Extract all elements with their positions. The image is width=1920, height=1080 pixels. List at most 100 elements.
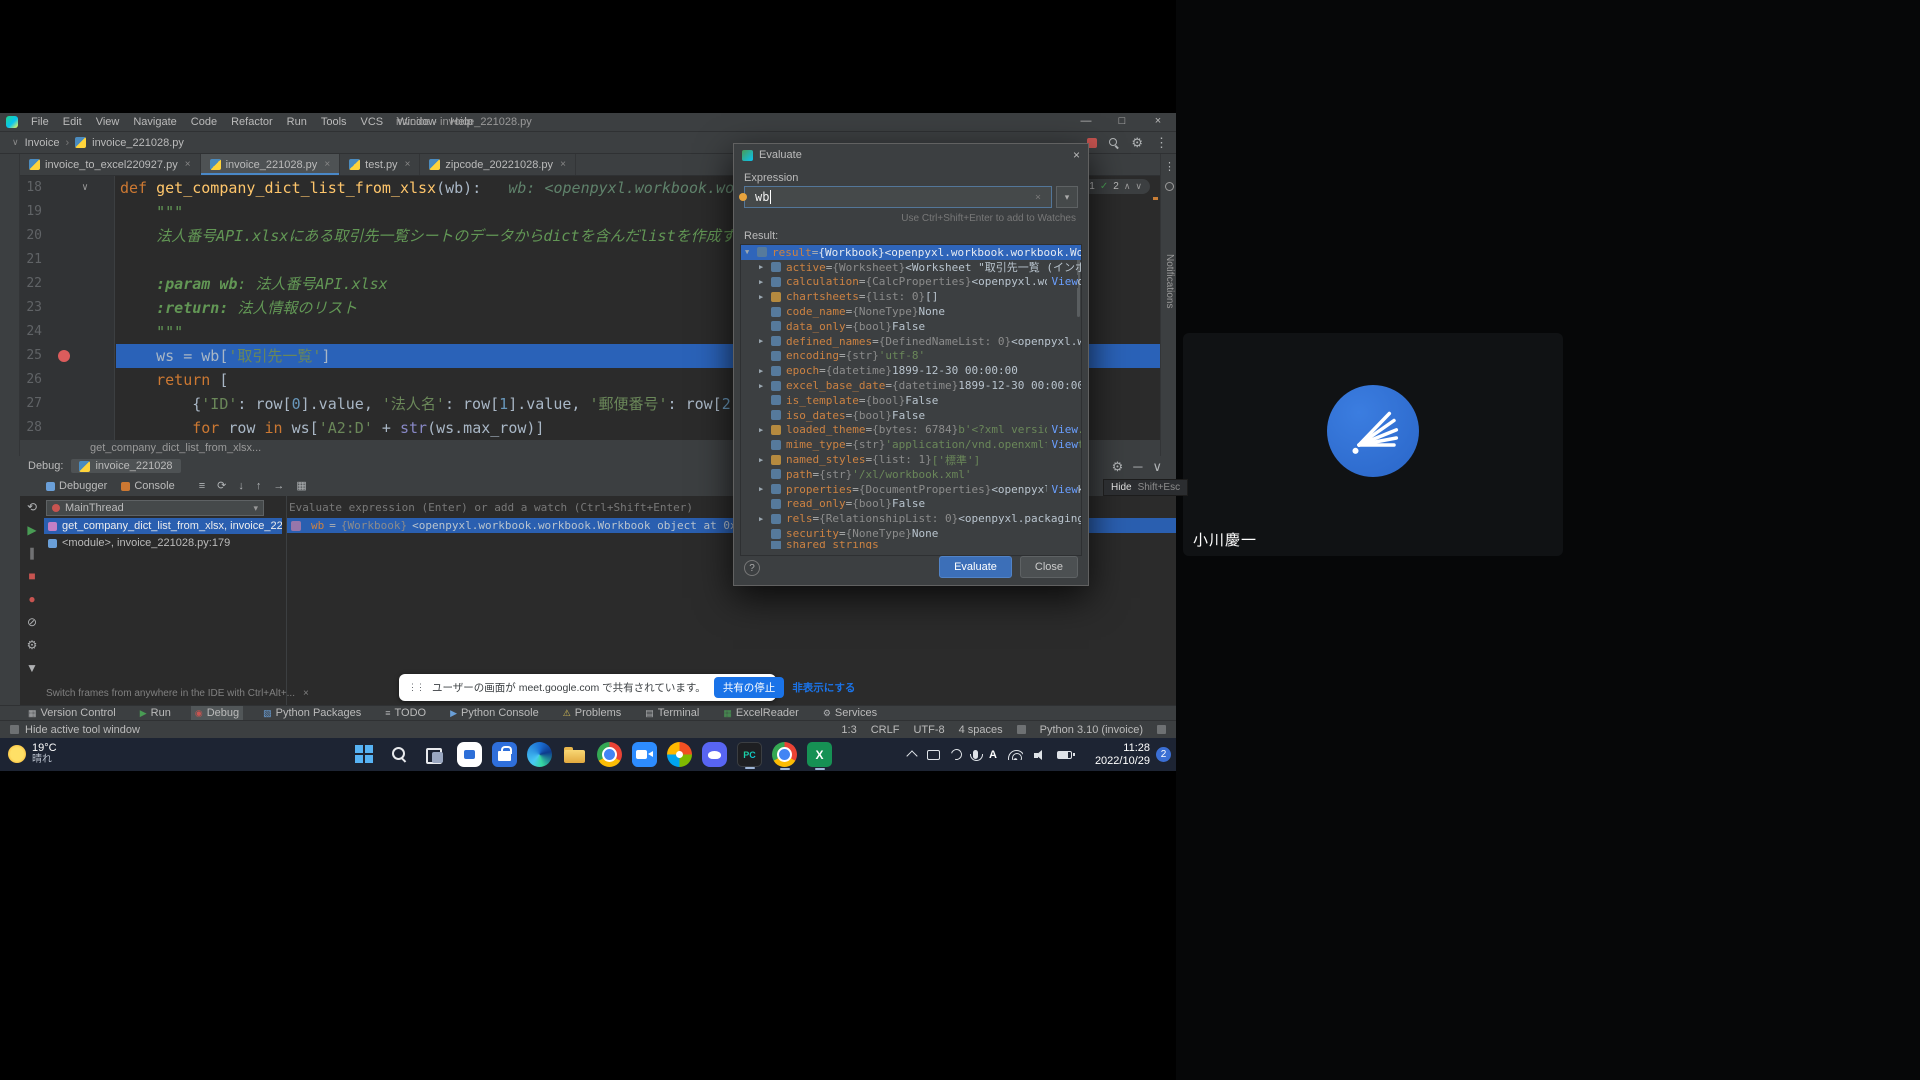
tab-close-icon[interactable]: ×: [405, 159, 411, 170]
taskbar-app-excel[interactable]: X: [807, 742, 832, 767]
expand-arrow-icon[interactable]: ▶: [759, 278, 771, 286]
thread-selector[interactable]: MainThread ▾: [46, 500, 264, 516]
menu-item-edit[interactable]: Edit: [56, 114, 89, 130]
status-item[interactable]: UTF-8: [913, 724, 944, 736]
debug-action-icon-4[interactable]: ●: [28, 592, 35, 606]
variable-row[interactable]: ▶epoch = {datetime} 1899-12-30 00:00:00: [741, 363, 1081, 378]
dialog-title-bar[interactable]: Evaluate ×: [734, 144, 1088, 166]
expand-arrow-icon[interactable]: ▶: [759, 382, 771, 390]
editor-tab[interactable]: zipcode_20221028.py×: [420, 154, 576, 175]
menu-item-file[interactable]: File: [24, 114, 56, 130]
step-icon-4[interactable]: →: [273, 480, 284, 493]
expand-arrow-icon[interactable]: ▶: [759, 485, 771, 493]
participant-tile[interactable]: 小川慶一: [1183, 333, 1563, 556]
menu-item-code[interactable]: Code: [184, 114, 224, 130]
expand-arrow-icon[interactable]: ▶: [759, 515, 771, 523]
menu-item-run[interactable]: Run: [280, 114, 314, 130]
editor-tab[interactable]: invoice_to_excel220927.py×: [20, 154, 201, 175]
settings-gear-icon[interactable]: ⚙: [1131, 136, 1143, 149]
tab-close-icon[interactable]: ×: [185, 159, 191, 170]
frame-row[interactable]: <module>, invoice_221028.py:179: [44, 535, 282, 551]
tray-mic-icon[interactable]: [973, 750, 978, 759]
menu-item-view[interactable]: View: [89, 114, 127, 130]
taskbar-app-edge[interactable]: [527, 742, 552, 767]
chevron-down-icon[interactable]: ∨: [12, 137, 19, 148]
more-options-icon[interactable]: ⋮: [1155, 136, 1168, 149]
taskbar-app-file-explorer[interactable]: [562, 742, 587, 767]
taskbar-app-chrome[interactable]: [597, 742, 622, 767]
tray-wifi-icon[interactable]: [1008, 750, 1023, 760]
minimize-button[interactable]: —: [1068, 113, 1104, 132]
debug-tab-debugger[interactable]: Debugger: [46, 480, 107, 492]
variable-row[interactable]: encoding = {str} 'utf-8': [741, 349, 1081, 364]
tool-button-services[interactable]: ⚙Services: [819, 706, 881, 721]
next-problem-icon[interactable]: ∨: [1135, 181, 1142, 192]
variable-row[interactable]: ▶properties = {DocumentProperties} <open…: [741, 482, 1081, 497]
expand-arrow-icon[interactable]: ▶: [759, 337, 771, 345]
variable-row[interactable]: is_template = {bool} False: [741, 393, 1081, 408]
tray-sync-icon[interactable]: [949, 747, 964, 762]
tool-button-python-console[interactable]: ▶Python Console: [446, 706, 543, 721]
tab-close-icon[interactable]: ×: [324, 159, 330, 170]
menu-item-navigate[interactable]: Navigate: [126, 114, 183, 130]
expand-arrow-icon[interactable]: ▶: [759, 367, 771, 375]
taskbar-app-photos[interactable]: [667, 742, 692, 767]
menu-item-tools[interactable]: Tools: [314, 114, 354, 130]
error-stripe-mark[interactable]: [1153, 197, 1158, 200]
view-link[interactable]: View: [1047, 423, 1079, 436]
evaluate-button[interactable]: Evaluate: [939, 556, 1012, 578]
debug-action-icon-7[interactable]: ▼: [26, 661, 38, 675]
debug-action-icon-2[interactable]: ∥: [29, 546, 35, 560]
more-options-icon[interactable]: ⋮: [1164, 160, 1175, 173]
tool-button-excelreader[interactable]: ▦ExcelReader: [719, 706, 803, 721]
tray-volume-icon[interactable]: [1034, 750, 1046, 760]
fold-icon[interactable]: ∨: [82, 176, 88, 200]
status-item[interactable]: 1:3: [841, 724, 856, 736]
lock-icon[interactable]: [1157, 725, 1166, 734]
variable-row[interactable]: code_name = {NoneType} None: [741, 304, 1081, 319]
status-item[interactable]: CRLF: [871, 724, 900, 736]
variable-row[interactable]: ▶active = {Worksheet} <Worksheet "取引先一覧 …: [741, 260, 1081, 275]
dismiss-hint-icon[interactable]: ×: [303, 688, 309, 699]
menu-item-vcs[interactable]: VCS: [354, 114, 391, 130]
tray-display-icon[interactable]: [927, 750, 940, 760]
view-link[interactable]: View: [1047, 438, 1079, 451]
debug-tab-console[interactable]: Console: [121, 480, 174, 492]
variable-row[interactable]: ▶named_styles = {list: 1} ['標準']: [741, 452, 1081, 467]
breadcrumb-file[interactable]: invoice_221028.py: [92, 137, 184, 149]
tool-window-icon[interactable]: [10, 725, 19, 734]
step-icon-5[interactable]: ▦: [296, 480, 306, 493]
variable-row[interactable]: ▼result = {Workbook} <openpyxl.workbook.…: [741, 245, 1081, 260]
taskbar-clock[interactable]: 11:28 2022/10/29: [1095, 742, 1150, 767]
variable-row[interactable]: read_only = {bool} False: [741, 497, 1081, 512]
taskbar-app-chat[interactable]: [457, 742, 482, 767]
frame-row[interactable]: get_company_dict_list_from_xlsx, invoice…: [44, 518, 282, 534]
settings-gear-icon[interactable]: ⚙: [1112, 460, 1124, 473]
menu-item-refactor[interactable]: Refactor: [224, 114, 280, 130]
clear-icon[interactable]: ×: [1035, 192, 1041, 203]
drag-handle-icon[interactable]: ⋮⋮: [408, 682, 424, 693]
expand-arrow-icon[interactable]: ▶: [759, 456, 771, 464]
prev-problem-icon[interactable]: ∧: [1124, 181, 1131, 192]
tool-button-problems[interactable]: ⚠Problems: [559, 706, 626, 721]
close-button[interactable]: Close: [1020, 556, 1078, 578]
variable-row[interactable]: ▶rels = {RelationshipList: 0} <openpyxl.…: [741, 511, 1081, 526]
debug-action-icon-0[interactable]: ⟲: [27, 500, 37, 514]
step-icon-3[interactable]: ↑: [256, 480, 262, 493]
debug-action-icon-1[interactable]: ▶: [27, 523, 36, 537]
tool-button-todo[interactable]: ≡TODO: [381, 706, 430, 721]
stop-sharing-button[interactable]: 共有の停止: [714, 677, 785, 698]
expand-arrow-icon[interactable]: ▶: [759, 293, 771, 301]
view-link[interactable]: View: [1047, 483, 1079, 496]
tool-button-terminal[interactable]: ▤Terminal: [641, 706, 703, 721]
variable-row[interactable]: security = {NoneType} None: [741, 526, 1081, 541]
step-icon-2[interactable]: ↓: [238, 480, 244, 493]
variable-row[interactable]: iso_dates = {bool} False: [741, 408, 1081, 423]
debug-action-icon-3[interactable]: ■: [28, 569, 35, 583]
help-button[interactable]: ?: [744, 560, 760, 576]
step-icon-0[interactable]: ≡: [199, 480, 205, 493]
editor-tab[interactable]: test.py×: [340, 154, 420, 175]
hide-banner-link[interactable]: 非表示にする: [792, 680, 855, 695]
tool-button-version-control[interactable]: ▦Version Control: [24, 706, 120, 721]
tool-button-debug[interactable]: ◉Debug: [191, 706, 243, 721]
